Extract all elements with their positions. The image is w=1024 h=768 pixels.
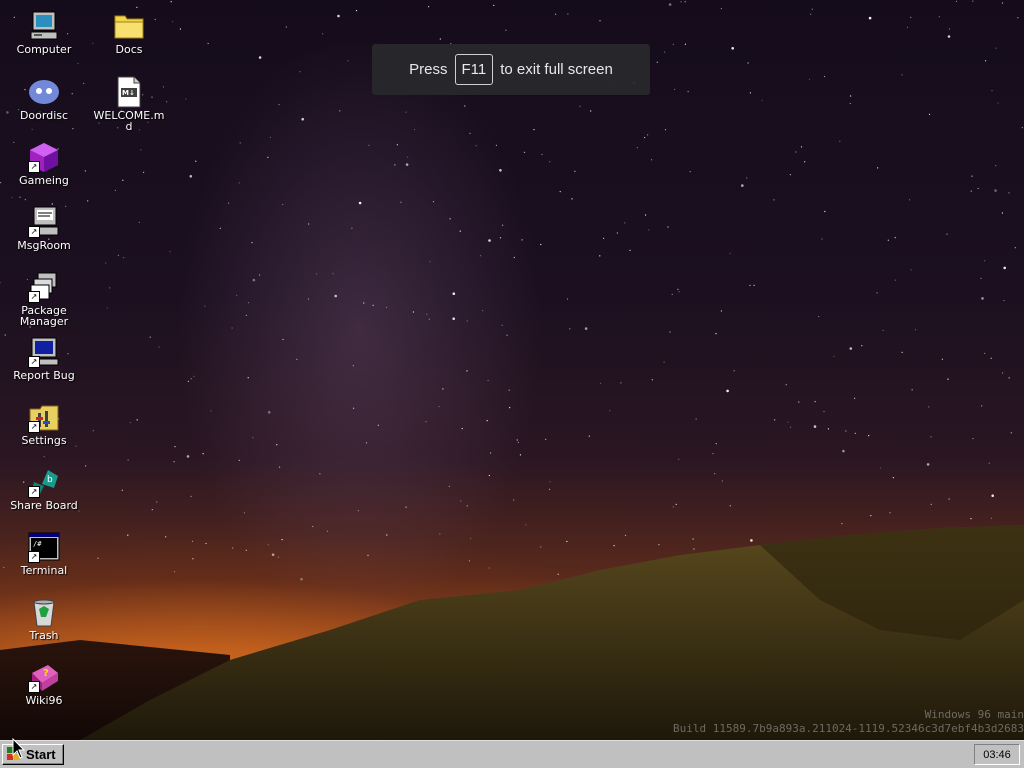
fullscreen-notice: Press F11 to exit full screen <box>372 44 650 95</box>
build-watermark-title: Windows 96 main <box>924 708 1024 721</box>
desktop-icon-label: MsgRoom <box>17 239 71 252</box>
desktop-icon-label: Wiki96 <box>25 694 63 707</box>
terminal-icon: /# ↗ <box>28 531 60 563</box>
desktop-background: Computer Doordisc ↗ Gameing ↗ MsgRoom ↗ … <box>0 0 1024 740</box>
doordisc-icon <box>28 76 60 108</box>
svg-text:b: b <box>47 475 53 485</box>
fullscreen-notice-key: F11 <box>454 54 494 85</box>
desktop-icon-computer[interactable]: Computer <box>2 10 86 55</box>
desktop-icon-msgroom[interactable]: ↗ MsgRoom <box>2 206 86 251</box>
desktop-icon-label: Gameing <box>19 174 69 187</box>
desktop-icon-label: Trash <box>29 629 59 642</box>
shortcut-arrow-icon: ↗ <box>28 291 40 303</box>
fullscreen-notice-prefix: Press <box>409 61 448 78</box>
desktop-icon-terminal[interactable]: /# ↗ Terminal <box>2 531 86 576</box>
taskbar: Start 03:46 <box>0 740 1024 768</box>
svg-text:?: ? <box>43 668 49 679</box>
start-label: Start <box>26 747 56 762</box>
shortcut-arrow-icon: ↗ <box>28 226 40 238</box>
markdown-file-icon: M↓ <box>113 76 145 108</box>
desktop-icon-label: Terminal <box>20 564 68 577</box>
desktop-icon-welcome-md[interactable]: M↓ WELCOME.md <box>87 76 171 132</box>
desktop-icon-settings[interactable]: ↗ Settings <box>2 401 86 446</box>
desktop-icon-label: Report Bug <box>13 369 75 382</box>
shortcut-arrow-icon: ↗ <box>28 421 40 433</box>
desktop-icon-package-manager[interactable]: ↗ Package Manager <box>2 271 86 327</box>
desktop-icon-label: Package Manager <box>19 304 69 328</box>
computer-icon <box>28 10 60 42</box>
folder-icon <box>113 10 145 42</box>
settings-icon: ↗ <box>28 401 60 433</box>
mouse-cursor-icon <box>12 738 26 759</box>
shortcut-arrow-icon: ↗ <box>28 681 40 693</box>
report-bug-icon: ↗ <box>28 336 60 368</box>
build-watermark: Windows 96 main Build 11589.7b9a893a.211… <box>673 708 1024 736</box>
desktop-icon-label: Docs <box>115 43 143 56</box>
package-manager-icon: ↗ <box>28 271 60 303</box>
fullscreen-notice-suffix: to exit full screen <box>500 61 613 78</box>
shortcut-arrow-icon: ↗ <box>28 486 40 498</box>
desktop-icon-label: Doordisc <box>19 109 69 122</box>
svg-text:/#: /# <box>33 540 42 548</box>
desktop-icon-label: Computer <box>16 43 72 56</box>
share-board-icon: b ↗ <box>28 466 60 498</box>
desktop-icon-label: Share Board <box>10 499 78 512</box>
shortcut-arrow-icon: ↗ <box>28 551 40 563</box>
desktop-icon-share-board[interactable]: b ↗ Share Board <box>2 466 86 511</box>
desktop-icon-wiki96[interactable]: ? ↗ Wiki96 <box>2 661 86 706</box>
svg-text:M↓: M↓ <box>122 89 135 97</box>
msgroom-icon: ↗ <box>28 206 60 238</box>
desktop-icon-doordisc[interactable]: Doordisc <box>2 76 86 121</box>
desktop-icon-gameing[interactable]: ↗ Gameing <box>2 141 86 186</box>
desktop-icon-label: Settings <box>21 434 67 447</box>
desktop-icon-docs[interactable]: Docs <box>87 10 171 55</box>
wiki96-icon: ? ↗ <box>28 661 60 693</box>
trash-icon <box>28 596 60 628</box>
build-watermark-version: Build 11589.7b9a893a.211024-1119.52346c3… <box>673 722 1024 735</box>
taskbar-clock[interactable]: 03:46 <box>974 744 1020 765</box>
shortcut-arrow-icon: ↗ <box>28 356 40 368</box>
desktop-icon-report-bug[interactable]: ↗ Report Bug <box>2 336 86 381</box>
shortcut-arrow-icon: ↗ <box>28 161 40 173</box>
gameing-icon: ↗ <box>28 141 60 173</box>
desktop-icon-label: WELCOME.md <box>93 109 165 133</box>
desktop-icon-trash[interactable]: Trash <box>2 596 86 641</box>
